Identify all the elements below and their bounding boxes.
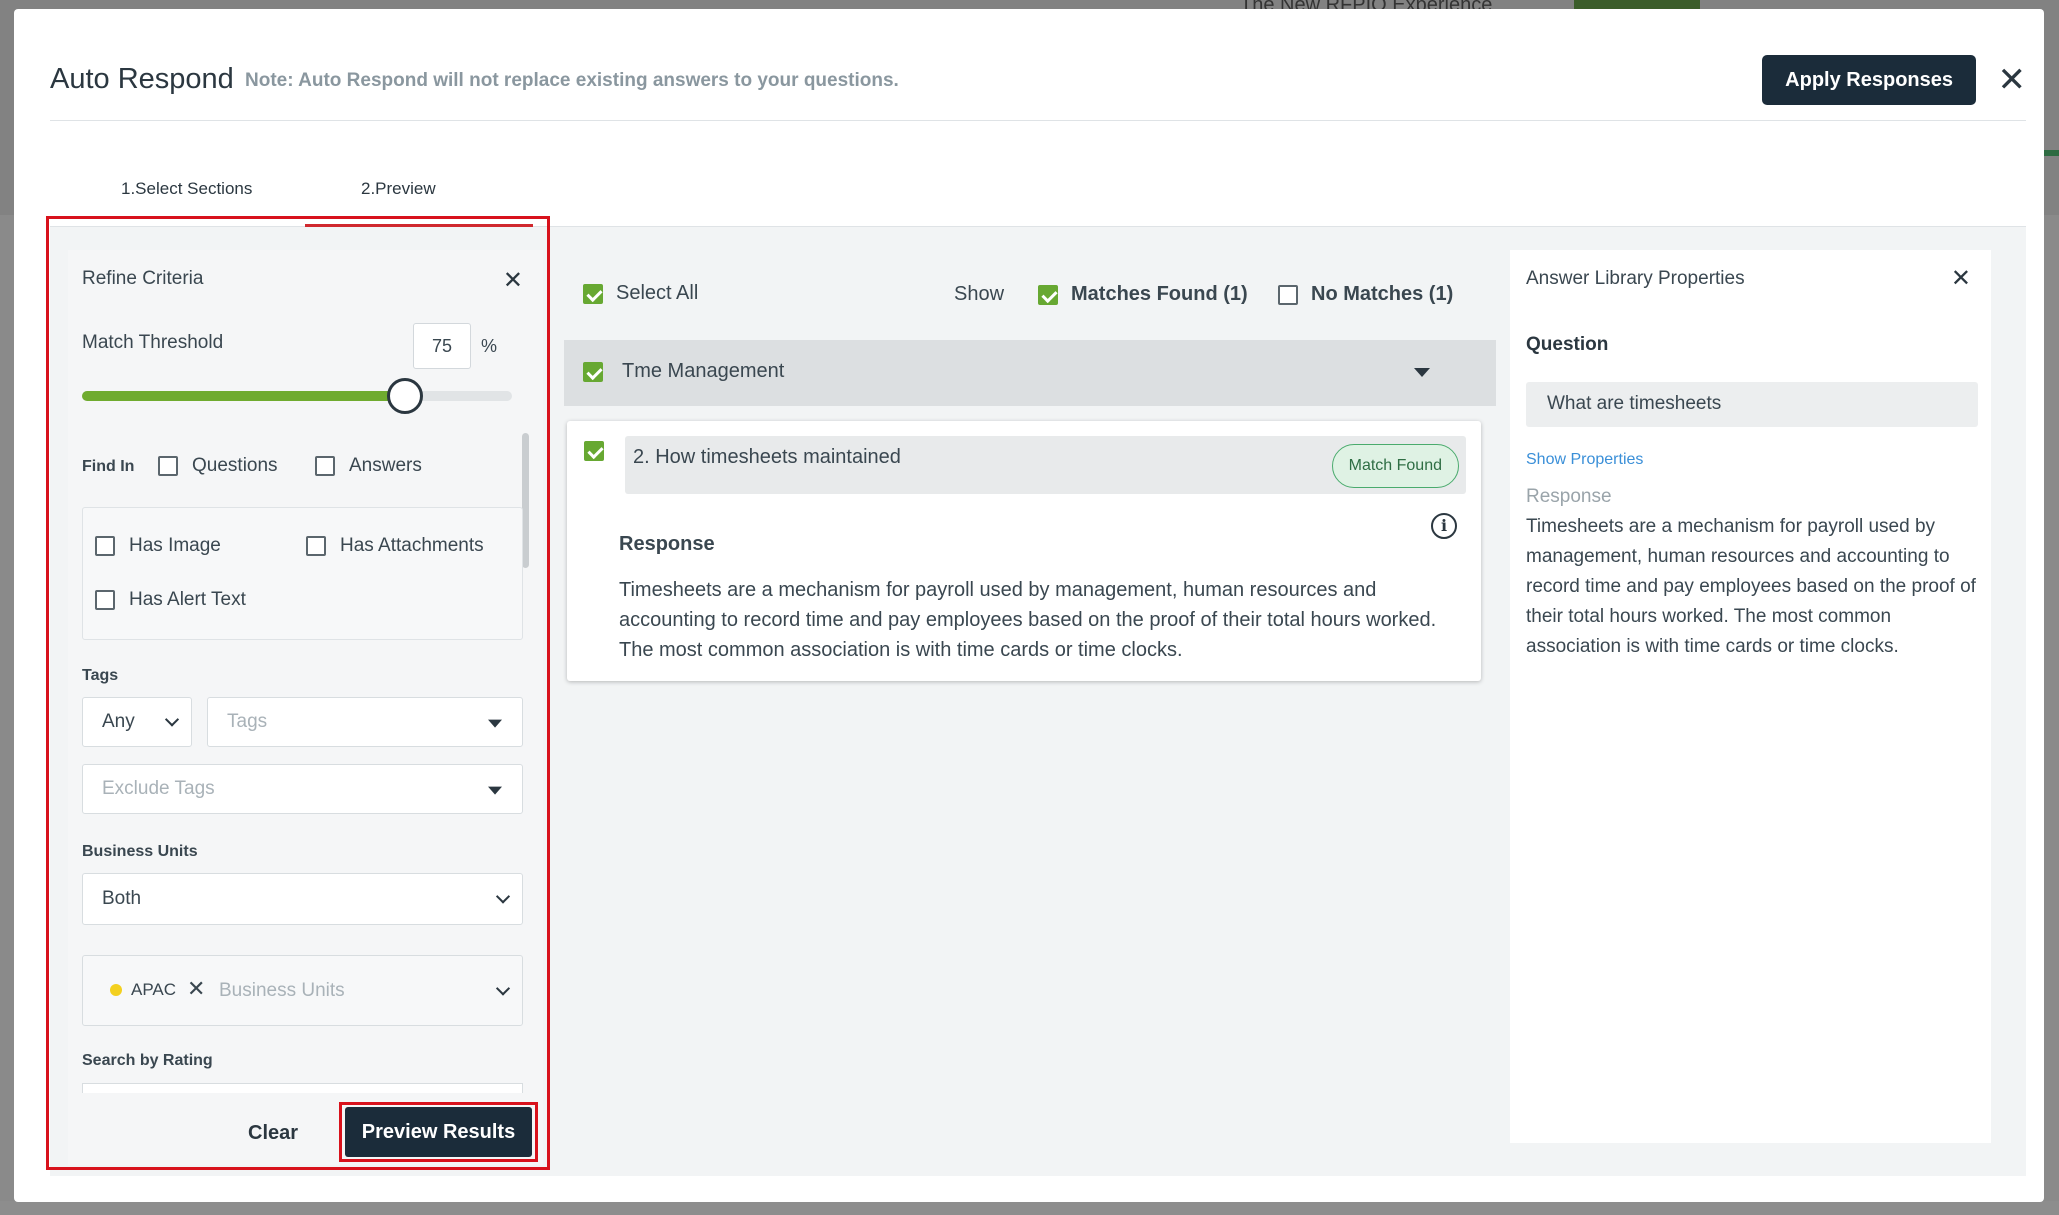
rating-select[interactable] (82, 1083, 523, 1093)
search-by-rating-label: Search by Rating (82, 1052, 213, 1069)
matches-found-checkbox[interactable] (1038, 285, 1058, 305)
filter-options-box: Has Image Has Attachments Has Alert Text (82, 507, 523, 640)
tags-label: Tags (82, 667, 119, 684)
questions-checkbox-label: Questions (192, 455, 278, 476)
question-checkbox[interactable] (584, 441, 604, 461)
threshold-slider[interactable] (82, 378, 512, 414)
match-found-badge: Match Found (1331, 444, 1459, 488)
refine-criteria-panel: Refine Criteria ✕ Match Threshold % Find… (68, 250, 543, 1165)
find-in-label: Find In (82, 458, 135, 475)
properties-question-text: What are timesheets (1547, 393, 1722, 414)
no-matches-label: No Matches (1) (1311, 283, 1454, 305)
business-units-placeholder: Business Units (219, 979, 345, 1001)
business-units-select[interactable]: APAC ✕ Business Units (82, 955, 523, 1026)
properties-question-box: What are timesheets (1526, 382, 1978, 427)
tab-preview[interactable]: 2.Preview (361, 179, 436, 199)
has-image-checkbox[interactable] (95, 536, 115, 556)
has-alert-text-label: Has Alert Text (129, 589, 246, 610)
tags-mode-value: Any (102, 711, 135, 732)
response-label: Response (619, 533, 715, 555)
apac-color-dot (110, 984, 122, 996)
business-units-mode-select[interactable]: Both (82, 873, 523, 925)
no-matches-checkbox[interactable] (1278, 285, 1298, 305)
question-text: 2. How timesheets maintained (633, 446, 901, 468)
tags-placeholder: Tags (227, 711, 268, 732)
properties-question-label: Question (1526, 334, 1609, 355)
chevron-down-icon (495, 889, 511, 904)
apac-chip-label: APAC (131, 980, 177, 999)
close-icon[interactable]: ✕ (1998, 63, 2027, 97)
has-alert-text-checkbox[interactable] (95, 590, 115, 610)
business-units-mode-value: Both (102, 888, 142, 909)
refine-scrollbar[interactable] (522, 433, 529, 568)
has-attachments-checkbox[interactable] (306, 536, 326, 556)
modal-title: Auto Respond (50, 63, 234, 95)
threshold-unit: % (481, 336, 498, 356)
has-attachments-label: Has Attachments (340, 535, 484, 556)
response-text: Timesheets are a mechanism for payroll u… (619, 579, 1437, 661)
matches-found-label: Matches Found (1) (1071, 283, 1248, 305)
caret-down-icon[interactable] (1414, 368, 1430, 377)
info-icon[interactable]: i (1431, 513, 1457, 539)
clear-button[interactable]: Clear (248, 1122, 298, 1145)
properties-response-text: Timesheets are a mechanism for payroll u… (1526, 516, 1976, 657)
refine-close-icon[interactable]: ✕ (503, 266, 523, 295)
select-all-label: Select All (616, 282, 699, 304)
properties-close-icon[interactable]: ✕ (1951, 264, 1971, 293)
question-card: 2. How timesheets maintained Match Found… (567, 421, 1481, 681)
exclude-tags-select[interactable]: Exclude Tags (82, 764, 523, 814)
section-checkbox[interactable] (583, 362, 603, 382)
exclude-tags-placeholder: Exclude Tags (102, 778, 215, 799)
show-label: Show (954, 283, 1005, 305)
apply-responses-button[interactable]: Apply Responses (1762, 55, 1976, 105)
section-title: Tme Management (622, 360, 785, 382)
background-footer (0, 1201, 2059, 1215)
business-units-label: Business Units (82, 843, 198, 860)
answers-checkbox-label: Answers (349, 455, 422, 476)
caret-down-icon (488, 786, 502, 795)
preview-results-button[interactable]: Preview Results (345, 1107, 532, 1157)
refine-title: Refine Criteria (82, 268, 204, 289)
answers-checkbox[interactable] (315, 456, 335, 476)
threshold-slider-handle[interactable] (386, 378, 423, 414)
match-threshold-label: Match Threshold (82, 332, 224, 353)
background-accent (2044, 150, 2059, 156)
chevron-down-icon (164, 712, 180, 727)
question-bar: 2. How timesheets maintained Match Found (625, 436, 1466, 494)
properties-response-label: Response (1526, 486, 1612, 507)
answer-library-properties-panel: Answer Library Properties ✕ Question Wha… (1510, 250, 1991, 1143)
chevron-down-icon (495, 980, 511, 996)
tags-mode-select[interactable]: Any (82, 697, 192, 747)
questions-checkbox[interactable] (158, 456, 178, 476)
match-threshold-input[interactable] (413, 323, 471, 369)
threshold-slider-fill (82, 391, 405, 401)
show-properties-link[interactable]: Show Properties (1526, 451, 1643, 469)
has-image-label: Has Image (129, 535, 221, 556)
caret-down-icon (488, 719, 502, 728)
remove-chip-icon[interactable]: ✕ (187, 976, 205, 1002)
section-header[interactable]: Tme Management (564, 340, 1496, 406)
select-all-checkbox[interactable] (583, 284, 603, 304)
modal-header: Auto Respond Note: Auto Respond will not… (50, 49, 2026, 121)
modal-note: Note: Auto Respond will not replace exis… (245, 70, 899, 91)
properties-title: Answer Library Properties (1526, 268, 1745, 289)
tab-select-sections[interactable]: 1.Select Sections (121, 179, 252, 199)
tags-select[interactable]: Tags (207, 697, 523, 747)
